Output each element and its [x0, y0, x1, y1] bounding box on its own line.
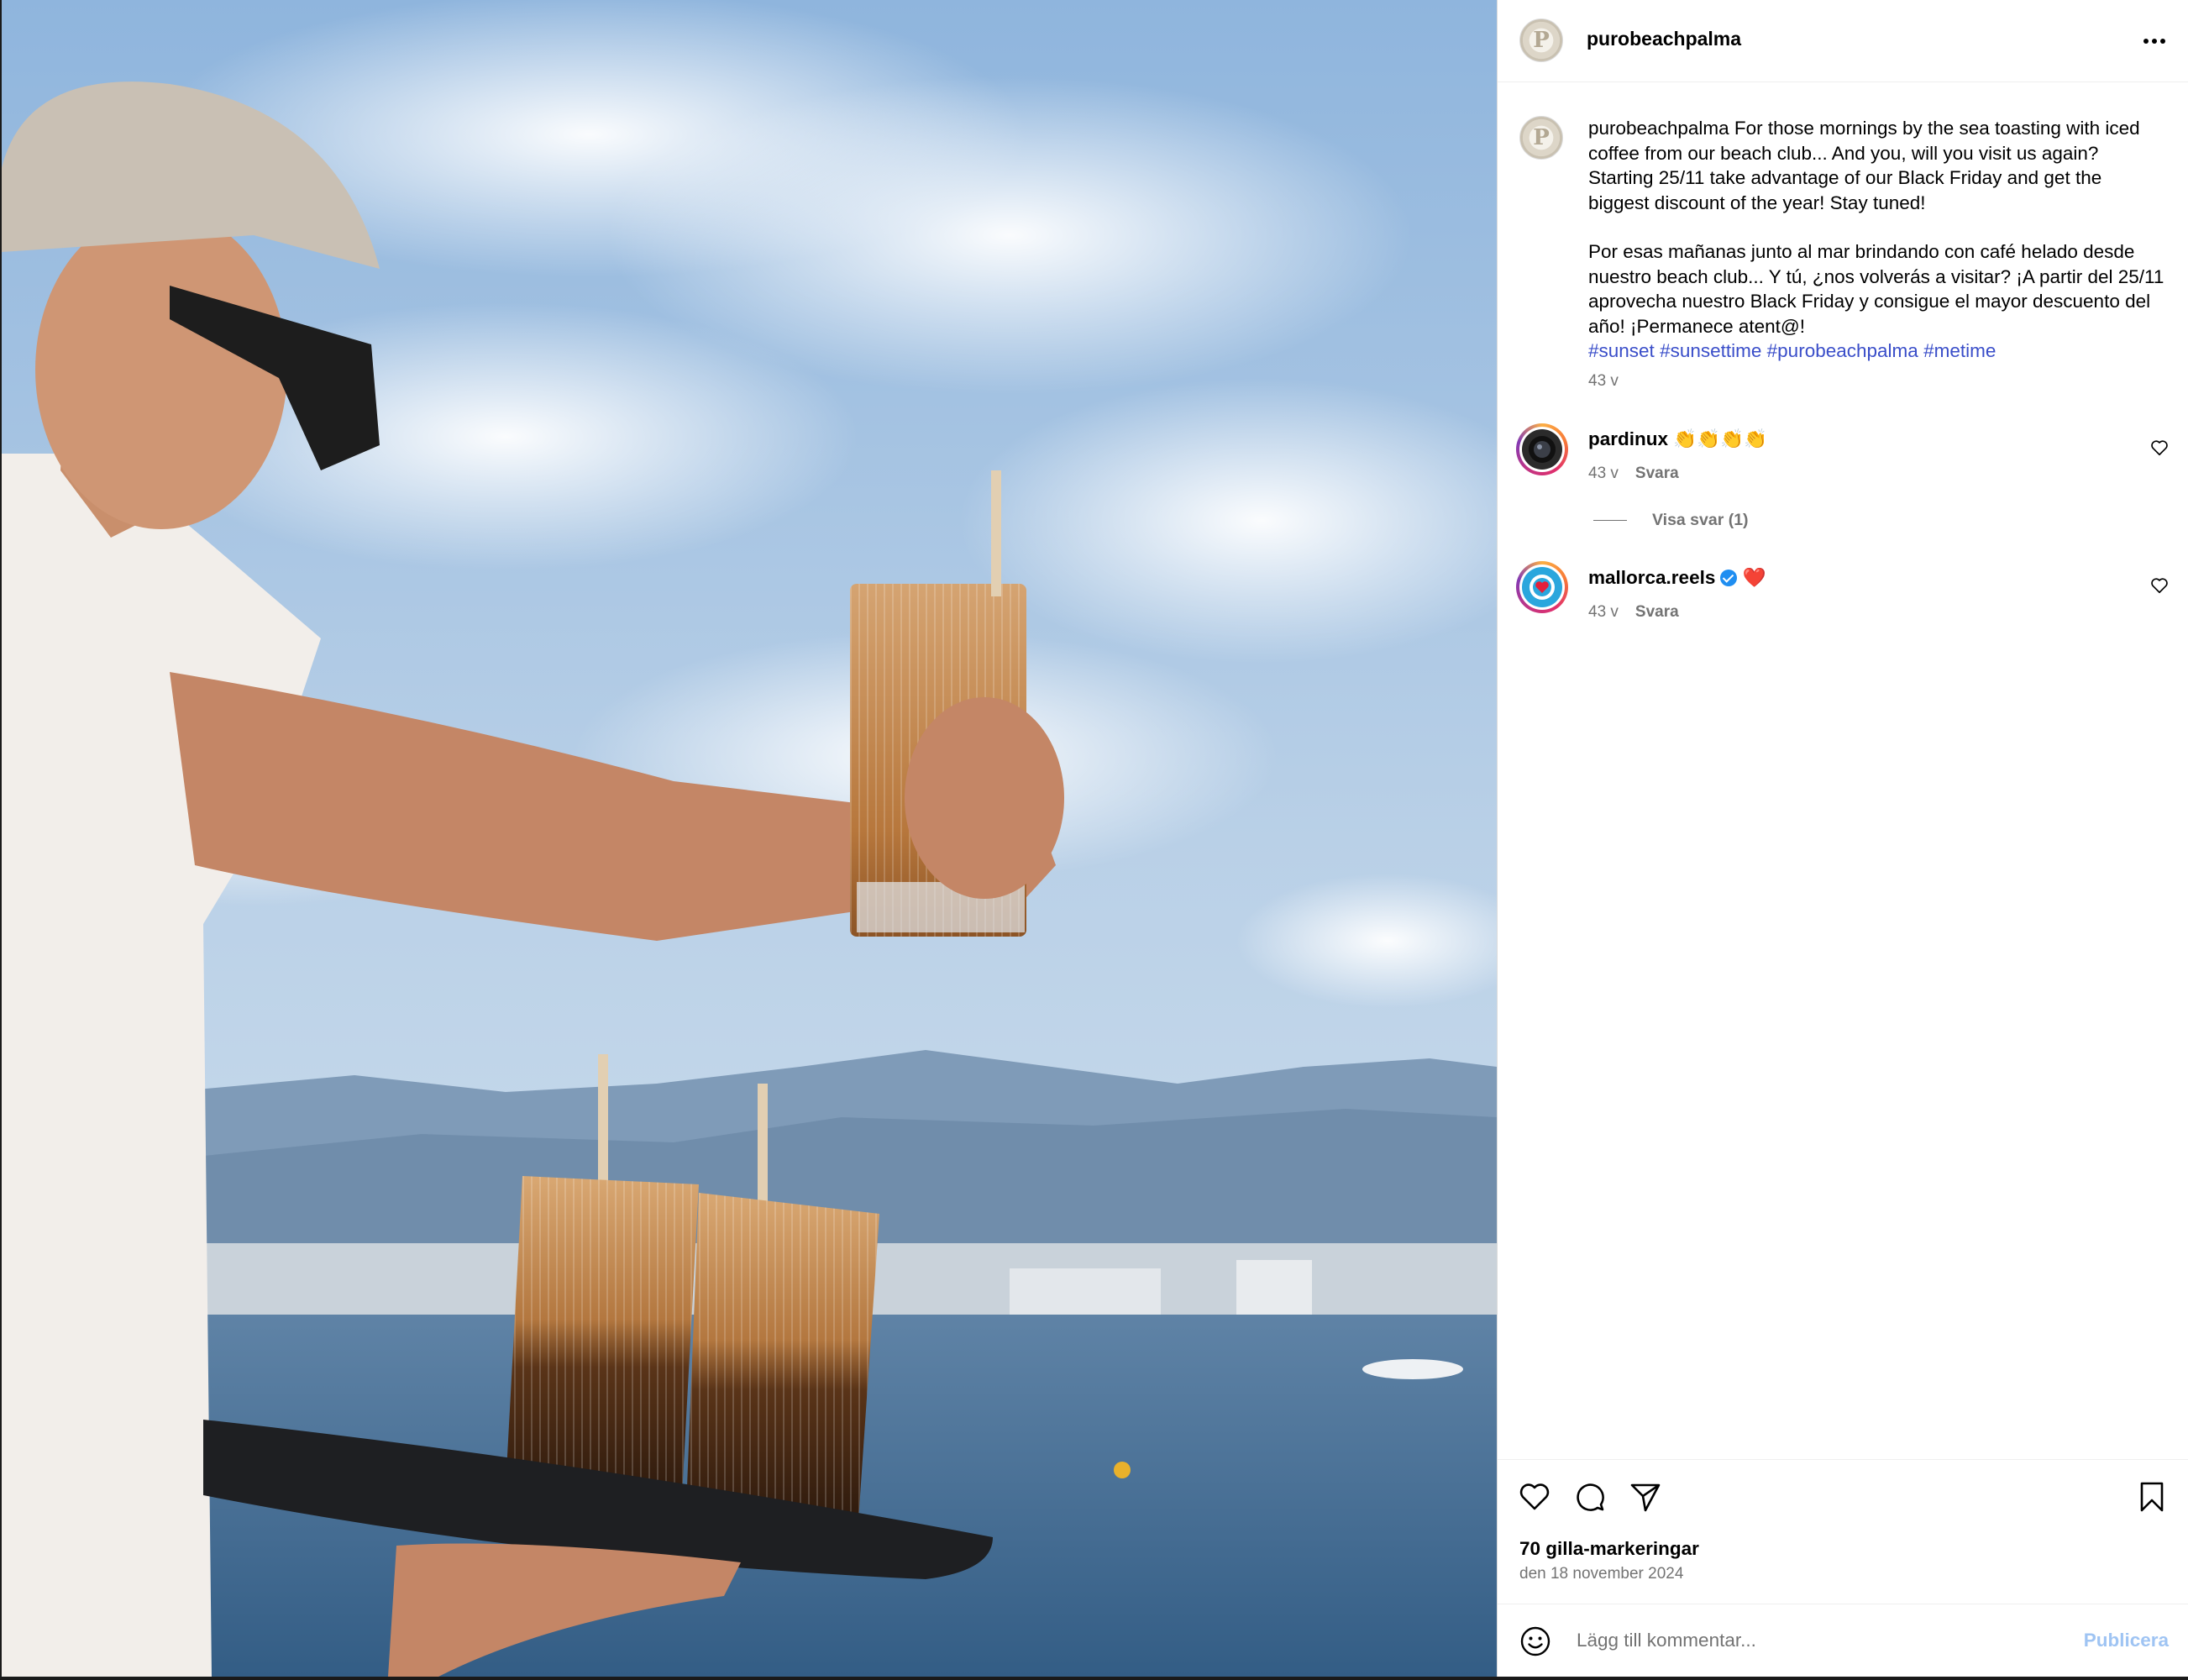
comment-time[interactable]: 43 v [1588, 603, 1619, 621]
caption-time[interactable]: 43 v [1588, 369, 2168, 394]
post-actions: 70 gilla-markeringar den 18 november 202… [1498, 1459, 2188, 1604]
comment-text: 👏👏👏👏 [1673, 428, 1768, 449]
more-options-icon[interactable] [2140, 29, 2169, 54]
comment-time[interactable]: 43 v [1588, 465, 1619, 482]
comment-author[interactable]: mallorca.reels [1588, 567, 1715, 588]
caption-spanish: Por esas mañanas junto al mar brindando … [1588, 241, 2164, 337]
like-count[interactable]: 70 gilla-markeringar [1519, 1538, 1699, 1560]
heart-icon[interactable] [1518, 1480, 1551, 1514]
hashtag-link[interactable]: #metime [1923, 340, 1996, 361]
bookmark-icon[interactable] [2135, 1480, 2169, 1514]
comment-text: ❤️ [1742, 567, 1766, 588]
caption-username[interactable]: purobeachpalma [1588, 118, 1729, 139]
view-replies-label: Visa svar (1) [1652, 511, 1749, 529]
avatar-letter: P [1533, 28, 1550, 53]
avatar-letter: P [1533, 125, 1550, 150]
comment-author[interactable]: pardinux [1588, 428, 1668, 449]
caption-avatar[interactable]: P [1519, 116, 1563, 160]
post-sidebar: P purobeachpalma P purobeachpalma For th… [1497, 0, 2188, 1677]
hashtag-link[interactable]: #purobeachpalma [1767, 340, 1918, 361]
comment-icon[interactable] [1573, 1480, 1607, 1514]
share-icon[interactable] [1629, 1480, 1662, 1514]
comment-username: pardinux 👏👏👏👏 [1588, 428, 1767, 450]
hashtag-link[interactable]: #sunsettime [1660, 340, 1761, 361]
post-header: P purobeachpalma [1498, 0, 2188, 82]
comment-composer: Publicera [1498, 1604, 2188, 1677]
hashtag-list: #sunset #sunsettime #purobeachpalma #met… [1588, 339, 2168, 364]
comment-meta: 43 v Svara [1588, 603, 1679, 622]
divider [1593, 520, 1627, 522]
post-image [2, 0, 1497, 1677]
comment-input[interactable] [1575, 1623, 2015, 1658]
mallorca-logo-image [1522, 567, 1562, 607]
author-username[interactable]: purobeachpalma [1587, 28, 1741, 50]
hashtag-link[interactable]: #sunset [1588, 340, 1655, 361]
reply-button[interactable]: Svara [1635, 603, 1679, 621]
emoji-icon[interactable] [1519, 1625, 1551, 1657]
view-replies-button[interactable]: Visa svar (1) [1593, 511, 1749, 530]
author-avatar[interactable]: P [1519, 18, 1563, 62]
camera-lens-image [1522, 429, 1562, 470]
reply-button[interactable]: Svara [1635, 465, 1679, 482]
publish-button[interactable]: Publicera [2084, 1630, 2169, 1651]
verified-badge-icon [1720, 570, 1738, 586]
comment-like-icon[interactable] [2150, 576, 2169, 595]
post-date[interactable]: den 18 november 2024 [1519, 1565, 1683, 1583]
comment-meta: 43 v Svara [1588, 465, 1679, 483]
comment-like-icon[interactable] [2150, 438, 2169, 457]
caption-text: purobeachpalma For those mornings by the… [1588, 116, 2168, 393]
comment-username: mallorca.reels ❤️ [1588, 567, 1766, 589]
commenter-avatar[interactable] [1516, 423, 1568, 475]
commenter-avatar[interactable] [1516, 561, 1568, 613]
